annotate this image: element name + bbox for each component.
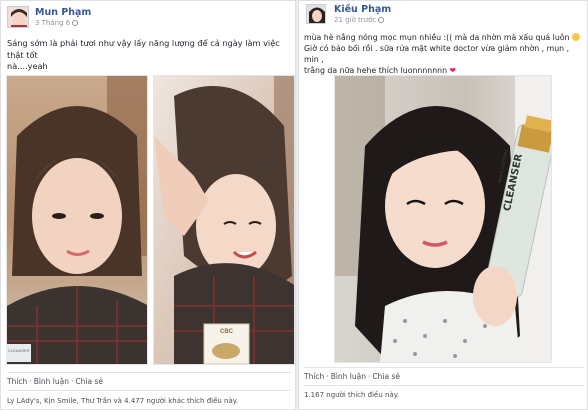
post-date-text[interactable]: 21 giờ trước	[334, 16, 376, 24]
globe-icon	[378, 17, 385, 23]
divider	[304, 385, 584, 386]
post-text-line: mùa hè nắng nóng mọc mụn nhiều :(( mà da…	[304, 32, 586, 43]
like-button[interactable]: Thích	[7, 377, 27, 386]
heart-icon: ❤	[449, 66, 457, 75]
selfie-photo	[154, 76, 294, 364]
divider	[7, 372, 291, 373]
post-photo-1[interactable]: CLEANSER	[6, 75, 148, 365]
avatar[interactable]	[306, 4, 326, 24]
post-text: Sáng sớm là phải tươi như vậy lấy năng l…	[7, 38, 291, 73]
post-author[interactable]: Mun Phạm	[35, 7, 91, 18]
avatar-image	[307, 5, 325, 23]
selfie-photo	[7, 76, 147, 364]
post-text-span: mùa hè nắng nóng mọc mụn nhiều :(( mà da…	[304, 33, 570, 42]
post-text-line: Sáng sớm là phải tươi như vậy lấy năng l…	[7, 38, 280, 60]
avatar[interactable]	[7, 6, 29, 28]
comment-button[interactable]: Bình luận	[331, 372, 366, 381]
emoji-icon	[571, 33, 580, 41]
post-date[interactable]: 21 giờ trước	[334, 16, 385, 24]
post-date-text[interactable]: 3 Tháng 6	[35, 19, 70, 27]
post-photo-2[interactable]: CBC	[153, 75, 295, 365]
globe-icon	[72, 20, 79, 26]
post-actions: Thích · Bình luận · Chia sẻ	[304, 372, 400, 381]
selfie-photo	[335, 76, 551, 362]
share-button[interactable]: Chia sẻ	[372, 372, 400, 381]
post-actions: Thích · Bình luận · Chia sẻ	[7, 377, 103, 386]
likes-summary[interactable]: 1.167 người thích điều này.	[304, 391, 399, 399]
like-button[interactable]: Thích	[304, 372, 324, 381]
comment-button[interactable]: Bình luận	[34, 377, 69, 386]
post-text-line: Giờ có bảo bối rồi . sữa rửa mặt white d…	[304, 44, 570, 64]
post-text-span: trắng da nữa hehe thích luonnnnnnn	[304, 66, 448, 75]
post-date[interactable]: 3 Tháng 6	[35, 19, 79, 27]
post-author[interactable]: Kiều Phạm	[334, 4, 391, 15]
divider	[7, 390, 291, 391]
avatar-image	[8, 7, 28, 27]
product-label: CLEANSER	[8, 348, 30, 353]
post-card-left: Mun Phạm 3 Tháng 6 Sáng sớm là phải tươi…	[0, 0, 296, 410]
share-button[interactable]: Chia sẻ	[75, 377, 103, 386]
post-text: mùa hè nắng nóng mọc mụn nhiều :(( mà da…	[304, 32, 586, 76]
post-card-right: Kiều Phạm 21 giờ trước mùa hè nắng nóng …	[298, 0, 588, 410]
post-photo[interactable]: CLEANSER WHITE DOCTORS	[334, 75, 552, 363]
post-text-line: nà....yeah	[7, 61, 48, 71]
product-label: CBC	[220, 329, 233, 335]
divider	[304, 367, 584, 368]
likes-summary[interactable]: Ly LAdy's, Kịn Smile, Thư Trần và 4.477 …	[7, 397, 238, 405]
